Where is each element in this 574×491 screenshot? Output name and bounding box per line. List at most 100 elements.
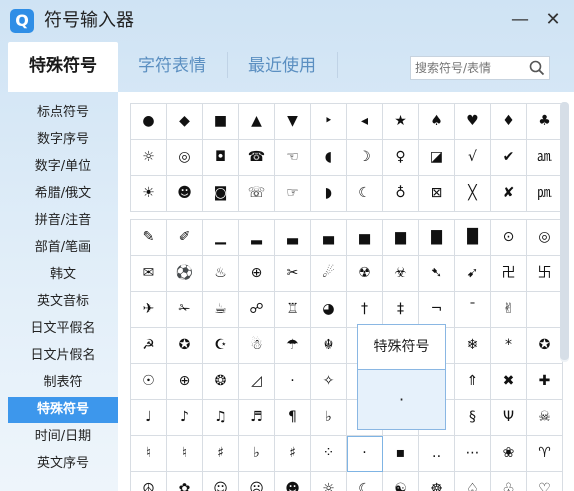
sidebar-item[interactable]: 韩文 (8, 262, 118, 288)
symbol-cell[interactable]: ● (131, 104, 167, 140)
symbol-cell[interactable]: ◙ (203, 176, 239, 212)
symbol-cell[interactable]: ➹ (455, 256, 491, 292)
scrollbar-thumb[interactable] (560, 102, 569, 360)
symbol-cell[interactable]: ✚ (527, 364, 563, 400)
symbol-cell[interactable]: ◎ (527, 220, 563, 256)
symbol-cell[interactable]: ◗ (311, 176, 347, 212)
symbol-cell[interactable]: ⋯ (455, 436, 491, 472)
symbol-cell[interactable]: ✪ (167, 328, 203, 364)
sidebar-item[interactable]: 数字/单位 (8, 154, 118, 180)
symbol-cell[interactable]: ✿ (167, 472, 203, 491)
symbol-cell[interactable]: ♦ (491, 104, 527, 140)
symbol-cell[interactable]: ▆ (383, 220, 419, 256)
symbol-cell[interactable]: ▄ (311, 220, 347, 256)
close-button[interactable]: ✕ (543, 10, 563, 30)
minimize-button[interactable]: — (510, 10, 530, 30)
symbol-cell[interactable]: ✎ (131, 220, 167, 256)
symbol-cell[interactable]: ☕ (203, 292, 239, 328)
symbol-cell[interactable]: ⇑ (455, 364, 491, 400)
symbol-cell[interactable]: ☾ (347, 472, 383, 491)
symbol-cell[interactable]: ✔ (491, 140, 527, 176)
symbol-cell[interactable]: ▂ (239, 220, 275, 256)
symbol-cell[interactable]: ☏ (239, 176, 275, 212)
symbol-cell[interactable]: * (491, 328, 527, 364)
symbol-cell[interactable]: ▪ (383, 436, 419, 472)
symbol-cell[interactable]: ♥ (455, 104, 491, 140)
symbol-cell[interactable]: ‥ (419, 436, 455, 472)
symbol-cell[interactable]: ☍ (239, 292, 275, 328)
symbol-cell[interactable]: ☀ (131, 176, 167, 212)
symbol-cell[interactable]: ☉ (131, 364, 167, 400)
symbol-cell[interactable]: ➷ (419, 256, 455, 292)
symbol-cell[interactable]: ◂ (347, 104, 383, 140)
symbol-cell[interactable]: † (347, 292, 383, 328)
tab-emoticons[interactable]: 字符表情 (118, 42, 226, 92)
symbol-cell[interactable]: ♀ (383, 140, 419, 176)
sidebar-item[interactable]: 日文平假名 (8, 316, 118, 342)
symbol-cell[interactable]: ♫ (203, 400, 239, 436)
symbol-cell[interactable]: ☻ (275, 472, 311, 491)
sidebar-item[interactable]: 日文片假名 (8, 343, 118, 369)
sidebar-item[interactable]: 时间/日期 (8, 424, 118, 450)
symbol-cell[interactable]: ¶ (275, 400, 311, 436)
symbol-cell[interactable]: ☜ (275, 140, 311, 176)
symbol-cell[interactable]: ✁ (167, 292, 203, 328)
symbol-cell[interactable]: ♠ (419, 104, 455, 140)
symbol-cell[interactable]: ☭ (131, 328, 167, 364)
symbol-cell[interactable]: ✂ (275, 256, 311, 292)
symbol-cell[interactable]: ☻ (167, 176, 203, 212)
symbol-cell[interactable]: · (275, 364, 311, 400)
symbol-cell[interactable]: ♪ (167, 400, 203, 436)
search-input[interactable] (411, 57, 531, 79)
symbol-cell[interactable]: ☢ (347, 256, 383, 292)
symbol-cell[interactable]: ♬ (239, 400, 275, 436)
symbol-cell[interactable]: ♨ (203, 256, 239, 292)
symbol-cell[interactable]: ♧ (491, 472, 527, 491)
symbol-cell[interactable]: ◆ (167, 104, 203, 140)
symbol-cell[interactable]: ☸ (419, 472, 455, 491)
sidebar-item[interactable]: 标点符号 (8, 100, 118, 126)
symbol-cell[interactable]: ☃ (239, 328, 275, 364)
symbol-cell[interactable]: ▁ (203, 220, 239, 256)
symbol-cell[interactable]: ☾ (347, 176, 383, 212)
symbol-cell[interactable]: ⊕ (167, 364, 203, 400)
symbol-cell[interactable]: ♁ (383, 176, 419, 212)
symbol-cell[interactable]: ☮ (131, 472, 167, 491)
symbol-cell[interactable]: ✪ (527, 328, 563, 364)
symbol-cell[interactable]: ♣ (527, 104, 563, 140)
symbol-cell[interactable]: ✈ (131, 292, 167, 328)
sidebar-item[interactable]: 英文音标 (8, 289, 118, 315)
symbol-cell[interactable]: ♡ (527, 472, 563, 491)
symbol-cell[interactable]: ☂ (275, 328, 311, 364)
tab-recent[interactable]: 最近使用 (228, 42, 336, 92)
symbol-cell[interactable]: ✉ (131, 256, 167, 292)
symbol-cell[interactable]: ⊕ (239, 256, 275, 292)
symbol-cell[interactable]: ▼ (275, 104, 311, 140)
symbol-cell[interactable]: ☹ (239, 472, 275, 491)
symbol-cell[interactable]: ☪ (203, 328, 239, 364)
symbol-cell[interactable]: ⚽ (167, 256, 203, 292)
symbol-cell[interactable]: ☣ (383, 256, 419, 292)
symbol-cell[interactable]: ◎ (167, 140, 203, 176)
symbol-cell[interactable]: ❂ (203, 364, 239, 400)
sidebar-item[interactable]: 数字序号 (8, 127, 118, 153)
title-bar[interactable]: Q 符号输入器 — ✕ (0, 0, 574, 42)
symbol-cell[interactable]: ▃ (275, 220, 311, 256)
tab-special-symbols[interactable]: 特殊符号 (8, 42, 118, 92)
symbol-cell[interactable]: ▅ (347, 220, 383, 256)
sidebar-item[interactable]: 拼音/注音 (8, 208, 118, 234)
symbol-cell[interactable]: ❀ (491, 436, 527, 472)
symbol-cell[interactable]: ♭ (239, 436, 275, 472)
symbol-cell[interactable]: ✘ (491, 176, 527, 212)
symbol-cell[interactable]: ◿ (239, 364, 275, 400)
symbol-cell[interactable]: ¯ (455, 292, 491, 328)
sidebar-item[interactable]: 部首/笔画 (8, 235, 118, 261)
symbol-cell[interactable]: ♭ (311, 400, 347, 436)
symbol-cell[interactable]: ☄ (311, 256, 347, 292)
symbol-cell[interactable]: ✖ (491, 364, 527, 400)
symbol-cell[interactable]: ☯ (383, 472, 419, 491)
symbol-cell[interactable]: ☎ (239, 140, 275, 176)
symbol-cell[interactable]: ▲ (239, 104, 275, 140)
symbol-cell[interactable]: ◘ (203, 140, 239, 176)
symbol-cell[interactable]: ‣ (311, 104, 347, 140)
